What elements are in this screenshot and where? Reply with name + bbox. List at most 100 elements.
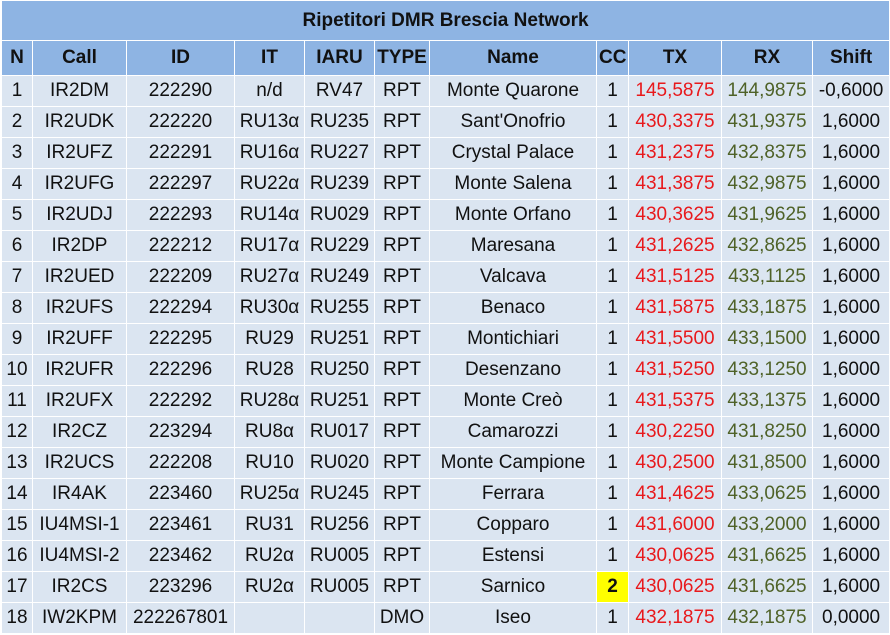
cell-call: IR2UFR — [32, 354, 127, 386]
cell-id: 222294 — [126, 292, 235, 324]
cell-iaru: RU229 — [304, 230, 375, 262]
table-row: 3 IR2UFZ 222291 RU16α RU227 RPT Crystal Palace… — [1, 137, 890, 169]
cell-call: IR2UFS — [32, 292, 127, 324]
cell-shift: 1,6000 — [811, 261, 890, 293]
cell-id: 222292 — [126, 385, 235, 417]
cell-name: Benaco — [429, 292, 597, 324]
cell-name: Iseo — [429, 602, 597, 634]
cell-cc: 1 — [596, 509, 629, 541]
cell-iaru: RU255 — [304, 292, 375, 324]
cell-iaru: RU020 — [304, 447, 375, 479]
cell-shift: 1,6000 — [811, 199, 890, 231]
cell-call: IR2UFX — [32, 385, 127, 417]
cell-it: RU31 — [234, 509, 305, 541]
cell-iaru: RU005 — [304, 571, 375, 603]
cell-n: 4 — [1, 168, 33, 200]
cell-shift: 1,6000 — [811, 354, 890, 386]
cell-type: RPT — [374, 447, 430, 479]
cell-shift: 1,6000 — [811, 571, 890, 603]
cell-cc: 1 — [596, 292, 629, 324]
cell-cc: 1 — [596, 478, 629, 510]
cell-name: Monte Salena — [429, 168, 597, 200]
cell-name: Monte Creò — [429, 385, 597, 417]
cell-it: RU29 — [234, 323, 305, 355]
header-shift: Shift — [811, 40, 890, 76]
cell-type: RPT — [374, 106, 430, 138]
cell-it: RU28α — [234, 385, 305, 417]
cell-tx: 430,2500 — [628, 447, 722, 479]
cell-n: 15 — [1, 509, 33, 541]
cell-call: IR2DM — [32, 75, 127, 107]
cell-tx: 430,0625 — [628, 540, 722, 572]
cell-tx: 431,4625 — [628, 478, 722, 510]
header-iaru: IARU — [304, 40, 375, 76]
cell-shift: 1,6000 — [811, 416, 890, 448]
cell-tx: 431,5375 — [628, 385, 722, 417]
cell-type: RPT — [374, 540, 430, 572]
cell-it: n/d — [234, 75, 305, 107]
cell-shift: 1,6000 — [811, 230, 890, 262]
cell-type: RPT — [374, 354, 430, 386]
cell-tx: 430,2250 — [628, 416, 722, 448]
cell-shift: 1,6000 — [811, 323, 890, 355]
cell-cc: 1 — [596, 540, 629, 572]
cell-iaru: RU251 — [304, 323, 375, 355]
table-row: 18 IW2KPM 222267801 DMO Iseo 1 432,1875 432,187… — [1, 602, 890, 634]
cell-shift: 1,6000 — [811, 478, 890, 510]
cell-iaru: RU235 — [304, 106, 375, 138]
cell-rx: 433,1375 — [721, 385, 813, 417]
cell-n: 9 — [1, 323, 33, 355]
cell-shift: 1,6000 — [811, 168, 890, 200]
cell-type: DMO — [374, 602, 430, 634]
cell-shift: 1,6000 — [811, 540, 890, 572]
table-row: 11 IR2UFX 222292 RU28α RU251 RPT Monte Creò 1 43… — [1, 385, 890, 417]
cell-call: IR4AK — [32, 478, 127, 510]
cell-tx: 431,5125 — [628, 261, 722, 293]
cell-cc: 1 — [596, 75, 629, 107]
cell-name: Desenzano — [429, 354, 597, 386]
cell-name: Sarnico — [429, 571, 597, 603]
table-row: 14 IR4AK 223460 RU25α RU245 RPT Ferrara 1 431,46… — [1, 478, 890, 510]
cell-it — [234, 602, 305, 634]
cell-cc: 1 — [596, 137, 629, 169]
cell-type: RPT — [374, 416, 430, 448]
cell-n: 10 — [1, 354, 33, 386]
table-row: 17 IR2CS 223296 RU2α RU005 RPT Sarnico 2 430,062… — [1, 571, 890, 603]
table-row: 15 IU4MSI-1 223461 RU31 RU256 RPT Copparo 1 431,… — [1, 509, 890, 541]
cell-it: RU22α — [234, 168, 305, 200]
cell-rx: 431,6625 — [721, 571, 813, 603]
cell-tx: 432,1875 — [628, 602, 722, 634]
table-row: 4 IR2UFG 222297 RU22α RU239 RPT Monte Salena 1 4… — [1, 168, 890, 200]
table-row: 7 IR2UED 222209 RU27α RU249 RPT Valcava 1 431,51… — [1, 261, 890, 293]
cell-call: IR2UCS — [32, 447, 127, 479]
cell-cc: 1 — [596, 106, 629, 138]
cell-shift: 1,6000 — [811, 447, 890, 479]
cell-id: 222208 — [126, 447, 235, 479]
cell-shift: 1,6000 — [811, 509, 890, 541]
cell-tx: 430,3375 — [628, 106, 722, 138]
cell-it: RU30α — [234, 292, 305, 324]
table-row: 5 IR2UDJ 222293 RU14α RU029 RPT Monte Orfano 1 4… — [1, 199, 890, 231]
cell-iaru: RU250 — [304, 354, 375, 386]
cell-call: IR2CS — [32, 571, 127, 603]
cell-n: 2 — [1, 106, 33, 138]
cell-iaru: RU245 — [304, 478, 375, 510]
cell-type: RPT — [374, 261, 430, 293]
cell-iaru: RU249 — [304, 261, 375, 293]
cell-n: 16 — [1, 540, 33, 572]
cell-it: RU13α — [234, 106, 305, 138]
cell-id: 222293 — [126, 199, 235, 231]
cell-it: RU27α — [234, 261, 305, 293]
header-tx: TX — [628, 40, 722, 76]
cell-call: IR2UFZ — [32, 137, 127, 169]
cell-tx: 430,3625 — [628, 199, 722, 231]
cell-type: RPT — [374, 137, 430, 169]
cell-rx: 433,1875 — [721, 292, 813, 324]
cell-rx: 433,0625 — [721, 478, 813, 510]
table-row: 6 IR2DP 222212 RU17α RU229 RPT Maresana 1 431,26… — [1, 230, 890, 262]
cell-name: Monte Campione — [429, 447, 597, 479]
cell-iaru — [304, 602, 375, 634]
cell-name: Ferrara — [429, 478, 597, 510]
table-row: 13 IR2UCS 222208 RU10 RU020 RPT Monte Campione… — [1, 447, 890, 479]
cell-n: 13 — [1, 447, 33, 479]
